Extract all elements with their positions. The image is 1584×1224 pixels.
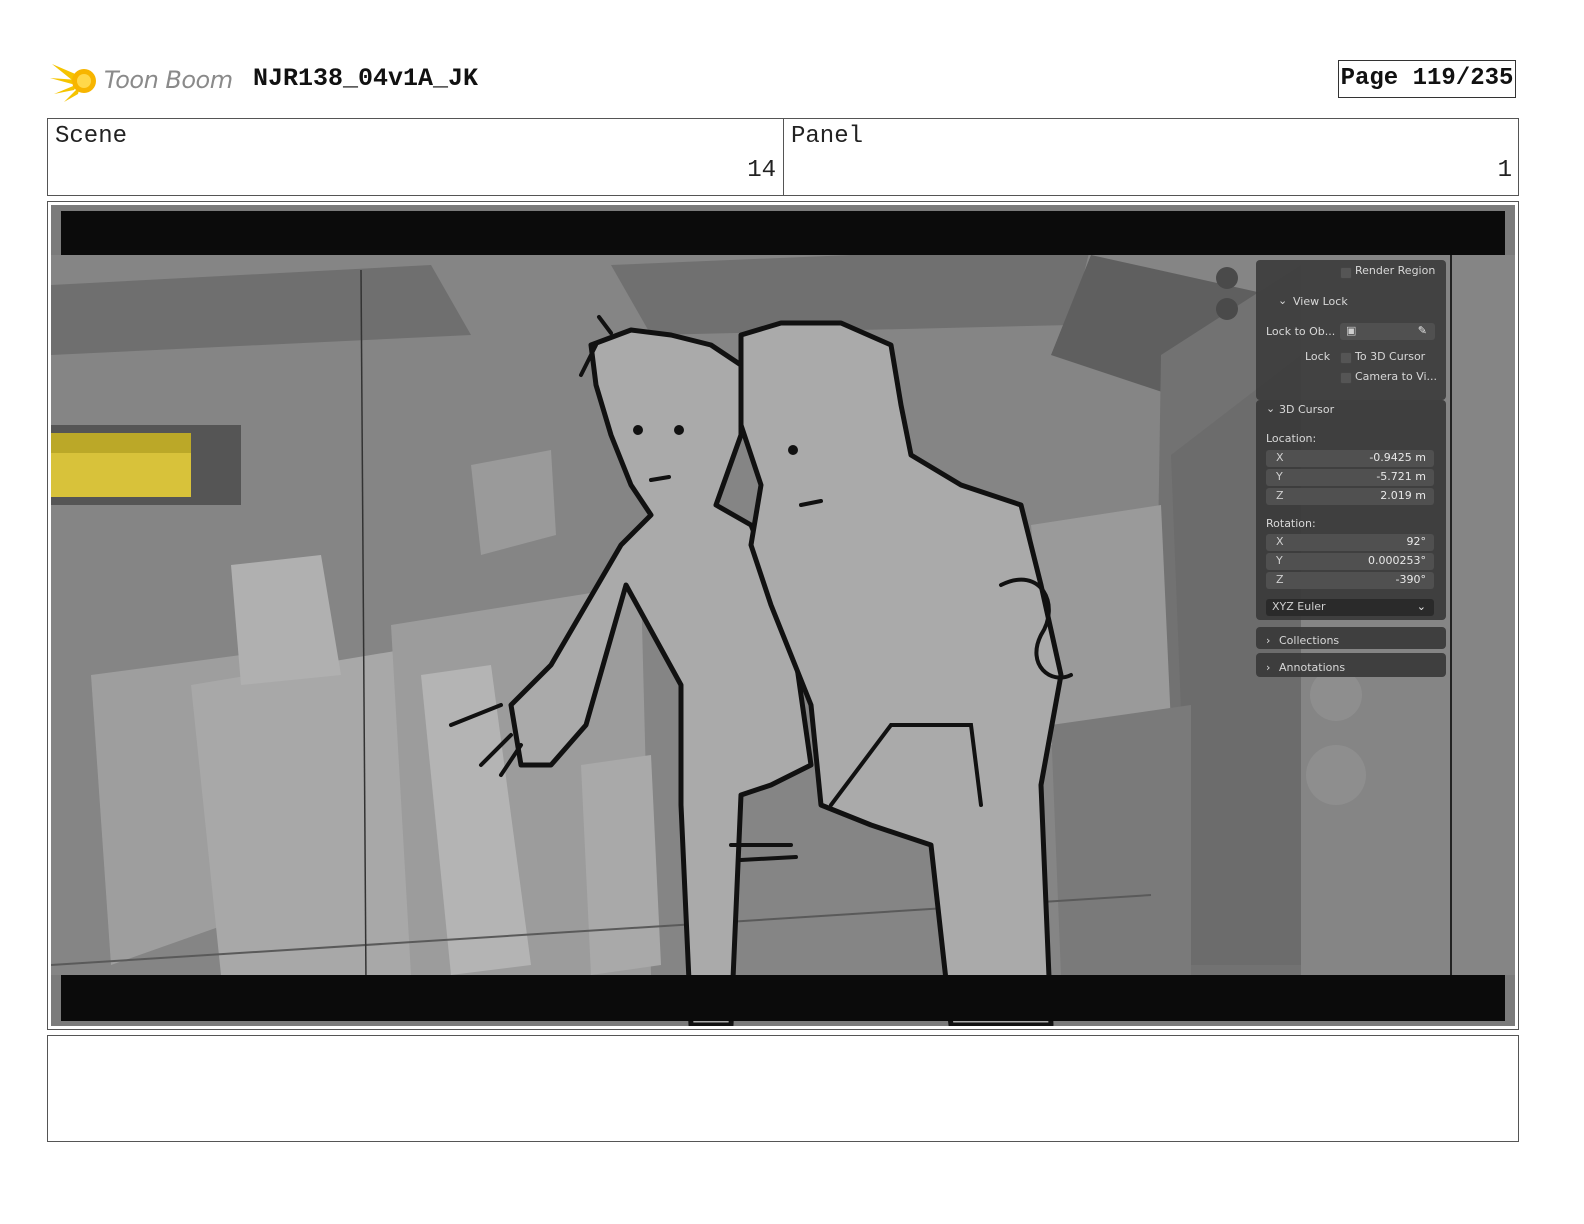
chevron-right-icon[interactable]: › <box>1266 634 1270 647</box>
chevron-down-icon[interactable]: ⌄ <box>1278 294 1287 307</box>
view-lock-header[interactable]: View Lock <box>1293 295 1348 308</box>
location-z-field[interactable]: Z 2.019 m <box>1266 488 1434 505</box>
render-region-checkbox[interactable] <box>1340 267 1352 279</box>
rotation-mode-select[interactable]: XYZ Euler ⌄ <box>1266 599 1434 616</box>
to-3d-cursor-label: To 3D Cursor <box>1355 350 1426 363</box>
location-x-field[interactable]: X -0.9425 m <box>1266 450 1434 467</box>
panel-label: Panel <box>791 123 864 150</box>
camera-to-view-checkbox[interactable] <box>1340 372 1352 384</box>
collections-header[interactable]: Collections <box>1279 634 1339 647</box>
rotation-y-field[interactable]: Y 0.000253° <box>1266 553 1434 570</box>
rotation-x-field[interactable]: X 92° <box>1266 534 1434 551</box>
lock-label: Lock <box>1305 350 1331 363</box>
scene-label: Scene <box>55 123 128 150</box>
chevron-right-icon[interactable]: › <box>1266 661 1270 674</box>
info-divider <box>783 119 784 195</box>
scene-panel-info: Scene 14 Panel 1 <box>47 118 1519 196</box>
panel-notes-box <box>47 1035 1519 1142</box>
lock-to-object-label: Lock to Ob... <box>1266 325 1336 338</box>
logo-wordmark: Toon Boom <box>104 66 233 94</box>
scene-number: 14 <box>747 157 776 184</box>
blender-sidebar: Render Region ⌄ View Lock Lock to Ob... … <box>1256 260 1446 680</box>
location-y-field[interactable]: Y -5.721 m <box>1266 469 1434 486</box>
lock-to-object-field[interactable]: ▣ ✎ <box>1340 323 1435 340</box>
chevron-down-icon[interactable]: ⌄ <box>1266 402 1275 415</box>
eyedropper-icon[interactable]: ✎ <box>1418 324 1427 337</box>
3d-cursor-header[interactable]: 3D Cursor <box>1279 403 1334 416</box>
annotations-header[interactable]: Annotations <box>1279 661 1345 674</box>
page-indicator: Page 119/235 <box>1338 60 1516 98</box>
chevron-down-icon: ⌄ <box>1416 600 1426 613</box>
render-region-label: Render Region <box>1355 264 1436 277</box>
camera-to-view-label: Camera to Vi... <box>1355 370 1438 383</box>
toon-boom-logo-icon <box>50 64 96 102</box>
object-box-icon: ▣ <box>1346 324 1357 337</box>
location-label: Location: <box>1266 432 1317 445</box>
rotation-z-field[interactable]: Z -390° <box>1266 572 1434 589</box>
to-3d-cursor-checkbox[interactable] <box>1340 352 1352 364</box>
panel-number: 1 <box>1497 157 1512 184</box>
rotation-label: Rotation: <box>1266 517 1316 530</box>
document-title: NJR138_04v1A_JK <box>253 64 479 93</box>
